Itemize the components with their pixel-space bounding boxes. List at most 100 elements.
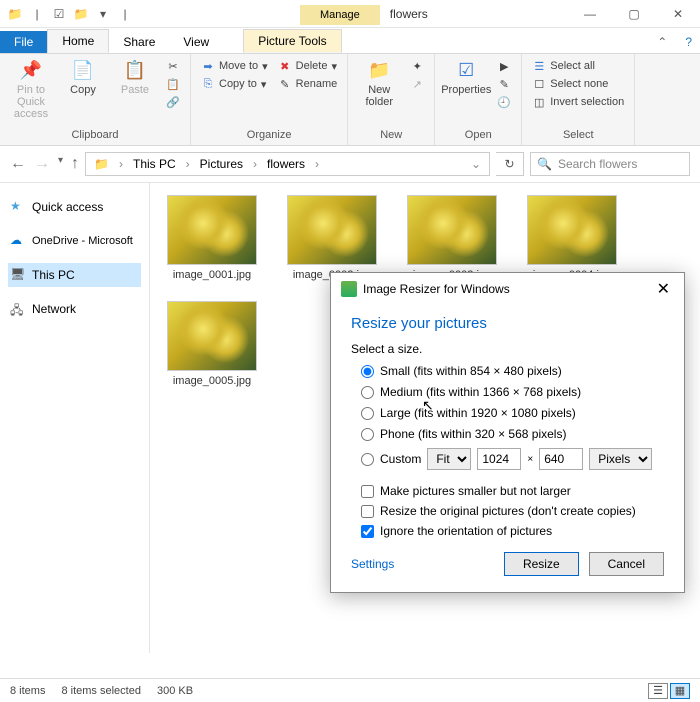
tab-view[interactable]: View xyxy=(169,31,223,53)
tab-file[interactable]: File xyxy=(0,31,47,53)
view-details-button[interactable]: ☰ xyxy=(648,683,668,699)
radio-phone[interactable]: Phone (fits within 320 × 568 pixels) xyxy=(361,427,664,441)
minimize-button[interactable]: — xyxy=(568,0,612,28)
back-button[interactable]: ← xyxy=(10,155,26,173)
status-size: 300 KB xyxy=(157,685,193,697)
sidebar-item-this-pc[interactable]: 🖥 This PC xyxy=(8,263,141,287)
edit-icon: ✎ xyxy=(497,77,511,91)
dialog-heading: Resize your pictures xyxy=(351,315,664,332)
qat-divider: | xyxy=(28,5,46,23)
delete-icon: ✖ xyxy=(278,59,292,73)
fit-mode-select[interactable]: Fit xyxy=(427,448,471,470)
height-input[interactable] xyxy=(539,448,583,470)
radio-large[interactable]: Large (fits within 1920 × 1080 pixels) xyxy=(361,406,664,420)
cancel-button[interactable]: Cancel xyxy=(589,552,664,576)
list-item[interactable]: image_0001.jpg xyxy=(162,195,262,281)
delete-button[interactable]: ✖Delete ▾ xyxy=(276,58,340,74)
move-to-button[interactable]: ➡Move to ▾ xyxy=(199,58,270,74)
cut-button[interactable]: ✂ xyxy=(164,58,182,74)
rename-button[interactable]: ✎Rename xyxy=(276,76,340,92)
history-icon: 🕘 xyxy=(497,95,511,109)
check-orientation[interactable]: Ignore the orientation of pictures xyxy=(361,524,664,538)
breadcrumb-flowers[interactable]: flowers xyxy=(263,155,309,173)
list-item[interactable]: image_0002.jpg xyxy=(282,195,382,281)
group-clipboard-label: Clipboard xyxy=(8,129,182,141)
folder-icon: 📁 xyxy=(6,5,24,23)
network-icon: 🖧 xyxy=(10,301,26,317)
forward-button[interactable]: → xyxy=(34,155,50,173)
pin-button[interactable]: 📌 Pin to Quick access xyxy=(8,58,54,120)
tab-picture-tools[interactable]: Picture Tools xyxy=(243,29,341,53)
breadcrumb[interactable]: 📁 › This PC › Pictures › flowers › ⌄ xyxy=(85,152,490,176)
width-input[interactable] xyxy=(477,448,521,470)
help-icon[interactable]: ? xyxy=(677,31,700,53)
radio-small[interactable]: Small (fits within 854 × 480 pixels) xyxy=(361,364,664,378)
search-input[interactable]: 🔍 Search flowers xyxy=(530,152,690,176)
refresh-button[interactable]: ↻ xyxy=(496,152,524,176)
view-thumb-button[interactable]: ▦ xyxy=(670,683,690,699)
sidebar-item-onedrive[interactable]: ☁ OneDrive - Microsoft xyxy=(8,229,141,253)
breadcrumb-dropdown-icon[interactable]: ⌄ xyxy=(467,155,485,173)
paste-icon: 📋 xyxy=(123,58,147,82)
shortcut-icon: 🔗 xyxy=(166,95,180,109)
collapse-ribbon-icon[interactable]: ⌃ xyxy=(647,31,677,53)
path-icon: 📋 xyxy=(166,77,180,91)
select-all-button[interactable]: ☰Select all xyxy=(530,58,626,74)
copy-to-button[interactable]: ⎘Copy to ▾ xyxy=(199,76,270,92)
copy-button[interactable]: 📄 Copy xyxy=(60,58,106,96)
list-item[interactable]: image_0004.jpg xyxy=(522,195,622,281)
tab-share[interactable]: Share xyxy=(109,31,169,53)
thumbnail-icon xyxy=(407,195,497,265)
sidebar-item-quick-access[interactable]: ★ Quick access xyxy=(8,195,141,219)
invert-icon: ◫ xyxy=(532,95,546,109)
properties-icon: ☑ xyxy=(454,58,478,82)
check-shrink-only[interactable]: Make pictures smaller but not larger xyxy=(361,484,664,498)
copy-icon: 📄 xyxy=(71,58,95,82)
newitem-icon: ✦ xyxy=(410,59,424,73)
search-icon: 🔍 xyxy=(537,157,552,171)
thumbnail-icon xyxy=(287,195,377,265)
selectnone-icon: ☐ xyxy=(532,77,546,91)
list-item[interactable]: image_0003.jpg xyxy=(402,195,502,281)
radio-custom[interactable] xyxy=(361,453,374,466)
group-organize-label: Organize xyxy=(199,129,339,141)
star-icon: ★ xyxy=(10,199,26,215)
new-item-button[interactable]: ✦ xyxy=(408,58,426,74)
search-placeholder: Search flowers xyxy=(558,157,637,171)
breadcrumb-pictures[interactable]: Pictures xyxy=(196,155,247,173)
maximize-button[interactable]: ▢ xyxy=(612,0,656,28)
sidebar-item-network[interactable]: 🖧 Network xyxy=(8,297,141,321)
tab-home[interactable]: Home xyxy=(47,29,109,53)
recent-dropdown[interactable]: ▾ xyxy=(58,155,63,173)
thumbnail-icon xyxy=(167,195,257,265)
check-overwrite[interactable]: Resize the original pictures (don't crea… xyxy=(361,504,664,518)
close-button[interactable]: ✕ xyxy=(656,0,700,28)
resize-button[interactable]: Resize xyxy=(504,552,579,576)
open-button[interactable]: ▶ xyxy=(495,58,513,74)
edit-button[interactable]: ✎ xyxy=(495,76,513,92)
thumbnail-icon xyxy=(167,301,257,371)
qat-divider-2: | xyxy=(116,5,134,23)
new-folder-button[interactable]: 📁 New folder xyxy=(356,58,402,108)
breadcrumb-sep[interactable]: › xyxy=(115,155,127,173)
pc-icon: 🖥 xyxy=(10,267,26,283)
invert-selection-button[interactable]: ◫Invert selection xyxy=(530,94,626,110)
qat-chevron-icon[interactable]: ▾ xyxy=(94,5,112,23)
contextual-tab-label: Manage xyxy=(300,5,380,25)
radio-medium[interactable]: Medium (fits within 1366 × 768 pixels) xyxy=(361,385,664,399)
history-button[interactable]: 🕘 xyxy=(495,94,513,110)
select-none-button[interactable]: ☐Select none xyxy=(530,76,626,92)
dialog-close-button[interactable]: ✕ xyxy=(653,279,674,299)
paste-shortcut-button[interactable]: 🔗 xyxy=(164,94,182,110)
settings-link[interactable]: Settings xyxy=(351,557,394,571)
copy-path-button[interactable]: 📋 xyxy=(164,76,182,92)
up-button[interactable]: ↑ xyxy=(71,155,79,173)
qat-checkbox-icon[interactable]: ☑ xyxy=(50,5,68,23)
list-item[interactable]: image_0005.jpg xyxy=(162,301,262,387)
paste-button[interactable]: 📋 Paste xyxy=(112,58,158,96)
breadcrumb-this-pc[interactable]: This PC xyxy=(129,155,180,173)
group-open-label: Open xyxy=(443,129,513,141)
easy-access-button[interactable]: ↗ xyxy=(408,76,426,92)
unit-select[interactable]: Pixels xyxy=(589,448,652,470)
properties-button[interactable]: ☑ Properties xyxy=(443,58,489,96)
